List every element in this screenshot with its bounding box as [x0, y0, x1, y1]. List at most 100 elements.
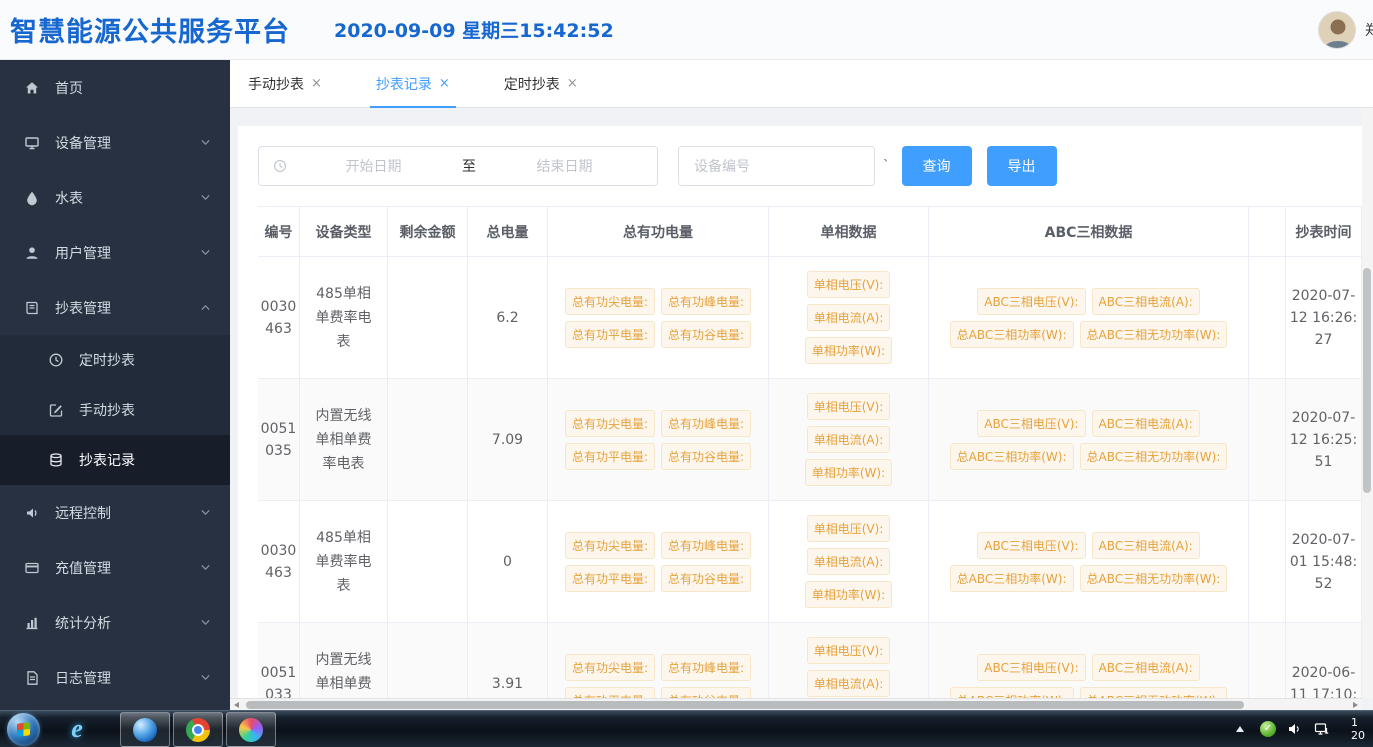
sidebar-item-scheduled-reading[interactable]: 定时抄表	[0, 335, 230, 385]
horizontal-scroll-thumb[interactable]	[246, 701, 1244, 709]
tag-flat-energy: 总有功平电量:	[565, 443, 655, 470]
sidebar-item-label: 抄表管理	[55, 298, 111, 318]
sidebar-item-water-meter[interactable]: 水表	[0, 170, 230, 225]
cell-active-power-tags: 总有功尖电量: 总有功峰电量: 总有功平电量: 总有功谷电量:	[548, 257, 769, 379]
col-header-extra	[1249, 207, 1286, 257]
sidebar-item-label: 远程控制	[55, 503, 111, 523]
tag-peak-energy: 总有功峰电量:	[661, 532, 751, 559]
colorful-app-icon	[239, 718, 263, 742]
tag-single-voltage: 单相电压(V):	[807, 271, 891, 298]
tag-peak-energy: 总有功峰电量:	[661, 288, 751, 315]
query-button[interactable]: 查询	[902, 146, 972, 186]
device-id-input[interactable]	[678, 146, 875, 186]
sidebar-item-label: 首页	[55, 78, 83, 98]
cell-balance	[388, 501, 468, 623]
sidebar-item-devices[interactable]: 设备管理	[0, 115, 230, 170]
cell-active-power-tags: 总有功尖电量: 总有功峰电量: 总有功平电量: 总有功谷电量:	[548, 623, 769, 698]
sidebar-item-statistics[interactable]: 统计分析	[0, 595, 230, 650]
tag-sharp-energy: 总有功尖电量:	[565, 410, 655, 437]
end-date-input[interactable]	[482, 158, 647, 174]
taskbar-clock[interactable]: 1 20	[1351, 716, 1373, 742]
tab-reading-records[interactable]: 抄表记录 ×	[370, 60, 456, 107]
media-app-button[interactable]	[226, 712, 276, 747]
scroll-left-arrow-icon[interactable]	[234, 702, 239, 708]
volume-icon[interactable]	[1287, 721, 1303, 737]
antivirus-shield-icon[interactable]: ✓	[1260, 721, 1276, 737]
cell-extra	[1249, 257, 1286, 379]
tag-single-voltage: 单相电压(V):	[807, 637, 891, 664]
content-area: 至 ` 查询 导出 编号 设备类型 剩余金额 总电量 总有功电量	[230, 108, 1373, 710]
bar-chart-icon	[24, 615, 42, 631]
vertical-scroll-thumb[interactable]	[1363, 268, 1371, 493]
chevron-down-icon	[199, 191, 212, 204]
tag-flat-energy: 总有功平电量:	[565, 321, 655, 348]
cell-device-id: 0051033	[258, 623, 300, 698]
chevron-down-icon	[199, 246, 212, 259]
user-avatar[interactable]	[1318, 11, 1356, 49]
chevron-down-icon	[199, 671, 212, 684]
close-icon[interactable]: ×	[311, 76, 322, 91]
internet-explorer-button[interactable]: e	[54, 711, 100, 747]
scroll-right-arrow-icon[interactable]	[1353, 702, 1358, 708]
show-hidden-icons-button[interactable]	[1236, 726, 1244, 732]
user-name: 郑	[1365, 20, 1373, 40]
clock-time: 1	[1351, 716, 1373, 729]
tab-label: 定时抄表	[504, 74, 560, 94]
browser-app-button[interactable]	[120, 712, 170, 747]
vertical-scrollbar[interactable]	[1362, 108, 1373, 698]
sidebar-item-label: 充值管理	[55, 558, 111, 578]
tab-bar: 手动抄表 × 抄表记录 × 定时抄表 ×	[230, 60, 1373, 108]
records-panel: 至 ` 查询 导出 编号 设备类型 剩余金额 总电量 总有功电量	[238, 126, 1373, 698]
network-icon[interactable]	[1314, 721, 1330, 737]
filter-bar: 至 ` 查询 导出	[258, 146, 1373, 186]
close-icon[interactable]: ×	[567, 76, 578, 91]
start-date-input[interactable]	[291, 158, 456, 174]
chrome-app-button[interactable]	[173, 712, 223, 747]
sidebar-item-users[interactable]: 用户管理	[0, 225, 230, 280]
sidebar-item-home[interactable]: 首页	[0, 60, 230, 115]
sidebar-item-manual-reading[interactable]: 手动抄表	[0, 385, 230, 435]
date-range-picker[interactable]: 至	[258, 146, 658, 186]
tab-scheduled-reading[interactable]: 定时抄表 ×	[498, 60, 584, 107]
cell-device-type: 485单相单费率电表	[300, 501, 388, 623]
sidebar-item-remote-control[interactable]: 远程控制	[0, 485, 230, 540]
sidebar-item-logs[interactable]: 日志管理	[0, 650, 230, 705]
tab-label: 手动抄表	[248, 74, 304, 94]
home-icon	[24, 80, 42, 96]
start-button[interactable]	[7, 713, 40, 746]
cell-device-type: 内置无线单相单费率电表	[300, 623, 388, 698]
sidebar-item-recharge[interactable]: 充值管理	[0, 540, 230, 595]
tag-abc-reactive-power: 总ABC三相无功功率(W):	[1080, 321, 1228, 348]
close-icon[interactable]: ×	[439, 76, 450, 91]
tag-abc-reactive-power: 总ABC三相无功功率(W):	[1080, 443, 1228, 470]
cell-single-phase-tags: 单相电压(V): 单相电流(A): 单相功率(W):	[769, 501, 929, 623]
cell-abc-phase-tags: ABC三相电压(V): ABC三相电流(A): 总ABC三相功率(W): 总AB…	[929, 257, 1249, 379]
user-box[interactable]: 郑	[1318, 11, 1373, 49]
tab-manual-reading[interactable]: 手动抄表 ×	[242, 60, 328, 107]
cell-device-type: 485单相单费率电表	[300, 257, 388, 379]
tab-label: 抄表记录	[376, 74, 432, 94]
sidebar-item-meter-reading[interactable]: 抄表管理	[0, 280, 230, 335]
cell-single-phase-tags: 单相电压(V): 单相电流(A): 单相功率(W):	[769, 257, 929, 379]
cell-abc-phase-tags: ABC三相电压(V): ABC三相电流(A): 总ABC三相功率(W): 总AB…	[929, 379, 1249, 501]
sidebar-item-label: 手动抄表	[79, 400, 135, 420]
table-row: 0030463 485单相单费率电表 6.2 总有功尖电量: 总有功峰电量: 总…	[258, 257, 1362, 379]
cell-active-power-tags: 总有功尖电量: 总有功峰电量: 总有功平电量: 总有功谷电量:	[548, 501, 769, 623]
sidebar-item-reading-records[interactable]: 抄表记录	[0, 435, 230, 485]
export-button[interactable]: 导出	[987, 146, 1057, 186]
tag-abc-voltage: ABC三相电压(V):	[977, 532, 1085, 559]
stray-character: `	[883, 159, 890, 174]
tag-sharp-energy: 总有功尖电量:	[565, 532, 655, 559]
table-row: 0051035 内置无线单相单费率电表 7.09 总有功尖电量: 总有功峰电量:…	[258, 379, 1362, 501]
table-body: 0030463 485单相单费率电表 6.2 总有功尖电量: 总有功峰电量: 总…	[258, 257, 1362, 698]
horizontal-scrollbar[interactable]	[230, 698, 1362, 710]
tag-single-voltage: 单相电压(V):	[807, 515, 891, 542]
clock-date: 20	[1351, 729, 1373, 742]
document-icon	[24, 670, 42, 686]
cell-reading-time: 2020-06-11 17:10:	[1286, 623, 1362, 698]
tag-sharp-energy: 总有功尖电量:	[565, 288, 655, 315]
cell-extra	[1249, 501, 1286, 623]
tag-valley-energy: 总有功谷电量:	[661, 687, 751, 699]
chevron-down-icon	[199, 561, 212, 574]
tag-flat-energy: 总有功平电量:	[565, 565, 655, 592]
